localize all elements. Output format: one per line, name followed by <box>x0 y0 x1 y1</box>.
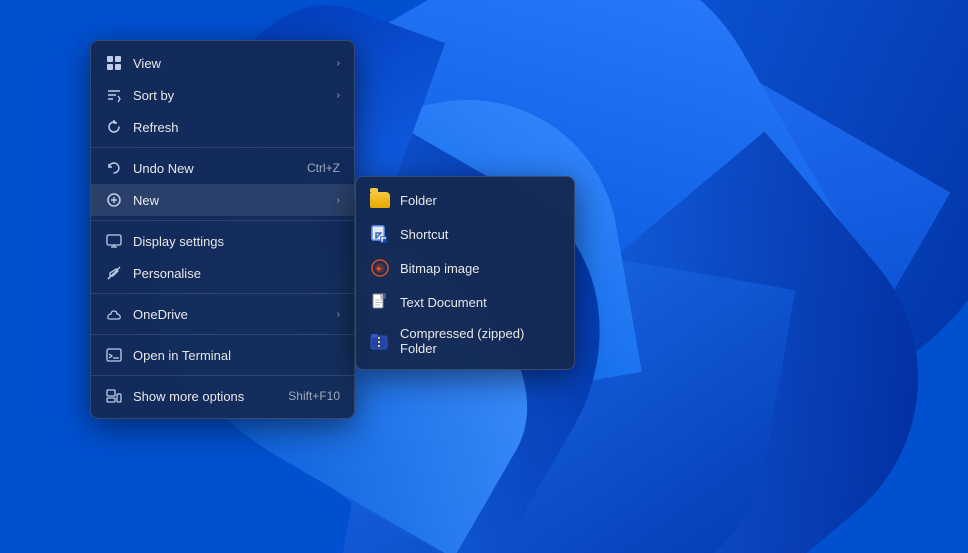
zip-icon <box>370 331 390 351</box>
terminal-icon <box>105 346 123 364</box>
view-arrow-icon: › <box>337 58 340 69</box>
divider-2 <box>91 220 354 221</box>
new-arrow-icon: › <box>337 195 340 206</box>
divider-4 <box>91 334 354 335</box>
menu-item-display-settings-label: Display settings <box>133 234 340 249</box>
menu-item-show-more-label: Show more options <box>133 389 278 404</box>
undo-icon <box>105 159 123 177</box>
undo-new-shortcut: Ctrl+Z <box>307 161 340 175</box>
menu-item-personalise-label: Personalise <box>133 266 340 281</box>
menu-item-new-label: New <box>133 193 327 208</box>
sortby-icon <box>105 86 123 104</box>
new-submenu: Folder Shortcut ✦ Bitmap image <box>355 176 575 370</box>
menu-item-undo-new[interactable]: Undo New Ctrl+Z <box>91 152 354 184</box>
submenu-item-zip[interactable]: Compressed (zipped) Folder <box>356 319 574 363</box>
text-doc-icon <box>370 292 390 312</box>
divider-1 <box>91 147 354 148</box>
submenu-shortcut-label: Shortcut <box>400 227 448 242</box>
personalise-icon <box>105 264 123 282</box>
submenu-zip-label: Compressed (zipped) Folder <box>400 326 560 356</box>
sortby-arrow-icon: › <box>337 90 340 101</box>
submenu-item-shortcut[interactable]: Shortcut <box>356 217 574 251</box>
menu-item-sortby-label: Sort by <box>133 88 327 103</box>
menu-item-refresh[interactable]: Refresh <box>91 111 354 143</box>
menu-item-sortby[interactable]: Sort by › <box>91 79 354 111</box>
onedrive-icon <box>105 305 123 323</box>
shortcut-icon <box>370 224 390 244</box>
show-more-icon <box>105 387 123 405</box>
svg-text:✦: ✦ <box>375 264 383 274</box>
show-more-shortcut: Shift+F10 <box>288 389 340 403</box>
display-settings-icon <box>105 232 123 250</box>
menu-item-onedrive-label: OneDrive <box>133 307 327 322</box>
menu-item-open-terminal-label: Open in Terminal <box>133 348 340 363</box>
menu-item-view[interactable]: View › <box>91 47 354 79</box>
menu-item-open-terminal[interactable]: Open in Terminal <box>91 339 354 371</box>
submenu-item-bitmap[interactable]: ✦ Bitmap image <box>356 251 574 285</box>
divider-3 <box>91 293 354 294</box>
menu-item-personalise[interactable]: Personalise <box>91 257 354 289</box>
divider-5 <box>91 375 354 376</box>
menu-item-undo-new-label: Undo New <box>133 161 297 176</box>
new-icon <box>105 191 123 209</box>
menu-item-show-more[interactable]: Show more options Shift+F10 <box>91 380 354 412</box>
bitmap-icon: ✦ <box>370 258 390 278</box>
menu-item-refresh-label: Refresh <box>133 120 340 135</box>
menu-item-view-label: View <box>133 56 327 71</box>
submenu-bitmap-label: Bitmap image <box>400 261 479 276</box>
view-icon <box>105 54 123 72</box>
menu-item-onedrive[interactable]: OneDrive › <box>91 298 354 330</box>
submenu-text-doc-label: Text Document <box>400 295 487 310</box>
refresh-icon <box>105 118 123 136</box>
submenu-item-text-doc[interactable]: Text Document <box>356 285 574 319</box>
onedrive-arrow-icon: › <box>337 309 340 320</box>
folder-icon <box>370 190 390 210</box>
submenu-folder-label: Folder <box>400 193 437 208</box>
submenu-item-folder[interactable]: Folder <box>356 183 574 217</box>
context-menu: View › Sort by › Refresh <box>90 40 355 419</box>
menu-item-display-settings[interactable]: Display settings <box>91 225 354 257</box>
menu-item-new[interactable]: New › <box>91 184 354 216</box>
